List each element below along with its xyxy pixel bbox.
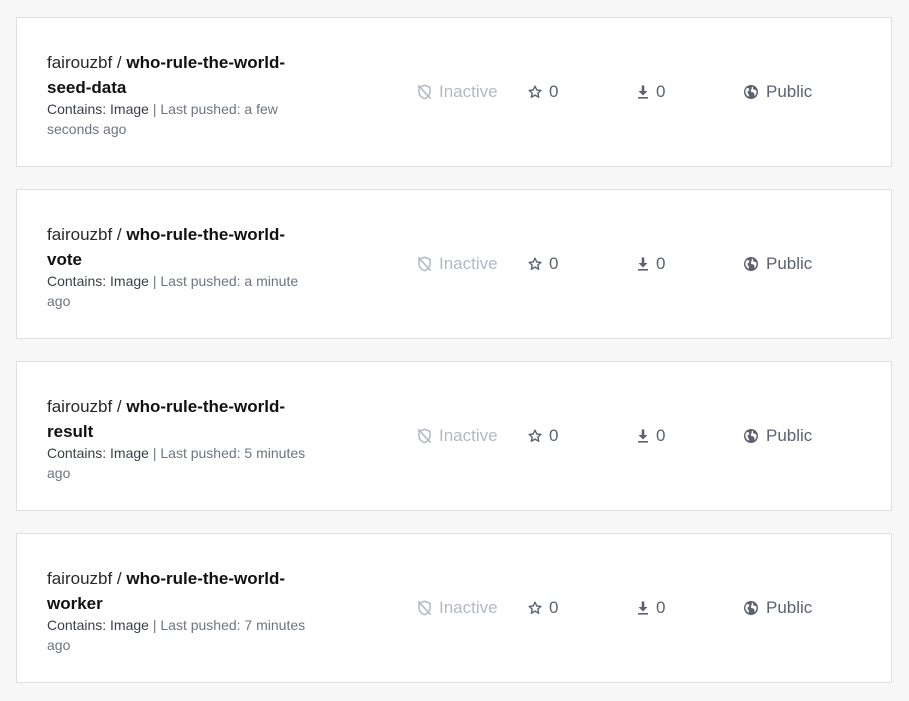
status-badge: Inactive [417,80,498,104]
title-separator: / [112,569,127,588]
star-icon [528,601,542,615]
contains-label: Contains: Image [47,617,149,633]
inactive-shield-icon [417,84,432,100]
stars-count: 0 [528,252,558,276]
repository-namespace: fairouzbf [47,569,113,588]
repository-card[interactable]: fairouzbf / who-rule-the-world-vote Cont… [16,189,892,339]
meta-separator: | [148,101,161,117]
download-icon [637,429,649,443]
repository-title[interactable]: fairouzbf / who-rule-the-world-result [47,394,307,444]
repository-meta: Contains: Image | Last pushed: a few sec… [47,99,317,139]
title-separator: / [112,225,127,244]
pulls-value: 0 [656,82,666,101]
pulls-value: 0 [656,426,666,445]
star-icon [528,257,542,271]
stars-count: 0 [528,424,558,448]
visibility-badge: Public [743,424,812,448]
pulls-count: 0 [637,252,665,276]
visibility-label: Public [766,82,813,101]
inactive-shield-icon [417,256,432,272]
pulls-count: 0 [637,80,665,104]
pulls-value: 0 [656,598,666,617]
globe-icon [743,84,759,100]
repository-namespace: fairouzbf [47,397,113,416]
repository-title[interactable]: fairouzbf / who-rule-the-world-seed-data [47,50,307,100]
globe-icon [743,600,759,616]
repository-meta: Contains: Image | Last pushed: a minute … [47,271,317,311]
status-badge: Inactive [417,252,498,276]
repository-meta: Contains: Image | Last pushed: 7 minutes… [47,615,317,655]
download-icon [637,601,649,615]
stars-value: 0 [549,82,559,101]
star-icon [528,85,542,99]
pulls-value: 0 [656,254,666,273]
globe-icon [743,256,759,272]
meta-separator: | [148,273,161,289]
repository-namespace: fairouzbf [47,225,113,244]
repository-list: fairouzbf / who-rule-the-world-seed-data… [0,0,909,701]
repository-namespace: fairouzbf [47,53,113,72]
repository-card[interactable]: fairouzbf / who-rule-the-world-result Co… [16,361,892,511]
status-label: Inactive [439,598,498,617]
visibility-label: Public [766,254,813,273]
title-separator: / [112,53,127,72]
repository-title[interactable]: fairouzbf / who-rule-the-world-worker [47,566,307,616]
stars-count: 0 [528,596,558,620]
inactive-shield-icon [417,428,432,444]
stars-value: 0 [549,598,559,617]
visibility-label: Public [766,598,813,617]
pulls-count: 0 [637,424,665,448]
title-separator: / [112,397,127,416]
status-label: Inactive [439,82,498,101]
status-label: Inactive [439,426,498,445]
contains-label: Contains: Image [47,273,149,289]
stars-count: 0 [528,80,558,104]
meta-separator: | [148,617,161,633]
inactive-shield-icon [417,600,432,616]
download-icon [637,257,649,271]
stars-value: 0 [549,426,559,445]
globe-icon [743,428,759,444]
visibility-label: Public [766,426,813,445]
star-icon [528,429,542,443]
visibility-badge: Public [743,252,812,276]
pulls-count: 0 [637,596,665,620]
visibility-badge: Public [743,80,812,104]
status-badge: Inactive [417,424,498,448]
repository-card[interactable]: fairouzbf / who-rule-the-world-seed-data… [16,17,892,167]
contains-label: Contains: Image [47,445,149,461]
repository-title[interactable]: fairouzbf / who-rule-the-world-vote [47,222,307,272]
contains-label: Contains: Image [47,101,149,117]
status-label: Inactive [439,254,498,273]
status-badge: Inactive [417,596,498,620]
download-icon [637,85,649,99]
repository-card[interactable]: fairouzbf / who-rule-the-world-worker Co… [16,533,892,683]
visibility-badge: Public [743,596,812,620]
stars-value: 0 [549,254,559,273]
repository-meta: Contains: Image | Last pushed: 5 minutes… [47,443,317,483]
meta-separator: | [148,445,161,461]
